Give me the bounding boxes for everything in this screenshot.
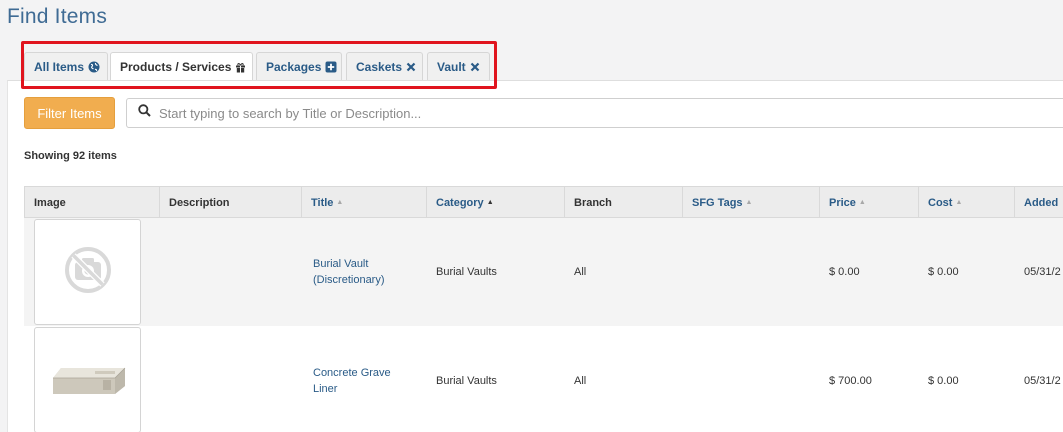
tab-label: Packages (266, 59, 322, 74)
x-icon[interactable] (406, 62, 416, 72)
grave-liner-image (47, 358, 129, 403)
search-input[interactable] (159, 105, 959, 121)
no-image-icon (63, 245, 113, 300)
column-header-image: Image (25, 187, 160, 218)
tab-label: All Items (34, 59, 85, 74)
column-header-title[interactable]: Title ▲ (302, 187, 427, 218)
column-header-cost[interactable]: Cost ▲ (919, 187, 1015, 218)
tab-caskets[interactable]: Caskets (346, 52, 423, 80)
sort-icon: ▲ (745, 199, 753, 206)
sort-icon: ▲ (955, 199, 963, 206)
table-header: Image Description Title ▲ Category ▲ Branc… (24, 186, 1063, 218)
table-row[interactable]: Concrete Grave Liner Burial Vaults All $… (24, 326, 1063, 432)
search-box (126, 98, 1063, 128)
column-header-branch: Branch (565, 187, 683, 218)
sort-icon: ▲ (336, 199, 344, 206)
column-header-price[interactable]: Price ▲ (820, 187, 919, 218)
item-category: Burial Vaults (436, 266, 497, 278)
item-category: Burial Vaults (436, 375, 497, 387)
result-count: Showing 92 items (24, 150, 117, 162)
sort-asc-icon: ▲ (486, 199, 494, 206)
tab-label: Products / Services (120, 60, 232, 74)
item-added: 05/31/2 (1024, 375, 1061, 387)
item-price: $ 700.00 (829, 375, 872, 387)
sort-icon: ▲ (858, 199, 866, 206)
item-added: 05/31/2 (1024, 266, 1061, 278)
x-icon[interactable] (470, 62, 480, 72)
table-row[interactable]: Burial Vault (Discretionary) Burial Vaul… (24, 218, 1063, 326)
tab-label: Vault (437, 59, 466, 74)
filter-items-button[interactable]: Filter Items (24, 97, 115, 129)
search-icon (138, 104, 151, 122)
item-cost: $ 0.00 (928, 266, 959, 278)
tab-packages[interactable]: Packages (256, 52, 342, 80)
item-image[interactable] (34, 219, 141, 325)
tab-vault[interactable]: Vault (427, 52, 490, 80)
column-header-description: Description (160, 187, 302, 218)
item-cost: $ 0.00 (928, 375, 959, 387)
globe-icon (88, 61, 100, 73)
item-branch: All (574, 266, 587, 278)
tab-label: Caskets (356, 59, 403, 74)
plus-square-icon (325, 61, 337, 73)
item-image[interactable] (34, 327, 141, 432)
tab-all-items[interactable]: All Items (24, 52, 108, 80)
item-title-link[interactable]: Burial Vault (Discretionary) (313, 218, 418, 326)
item-title-link[interactable]: Concrete Grave Liner (313, 326, 418, 432)
column-header-sfg-tags[interactable]: SFG Tags ▲ (683, 187, 820, 218)
column-header-category[interactable]: Category ▲ (427, 187, 565, 218)
item-price: $ 0.00 (829, 266, 860, 278)
tab-products-services[interactable]: Products / Services (110, 52, 253, 81)
gift-icon (235, 62, 246, 73)
page-title: Find Items (7, 5, 108, 28)
item-branch: All (574, 375, 587, 387)
column-header-added[interactable]: Added (1015, 187, 1063, 218)
